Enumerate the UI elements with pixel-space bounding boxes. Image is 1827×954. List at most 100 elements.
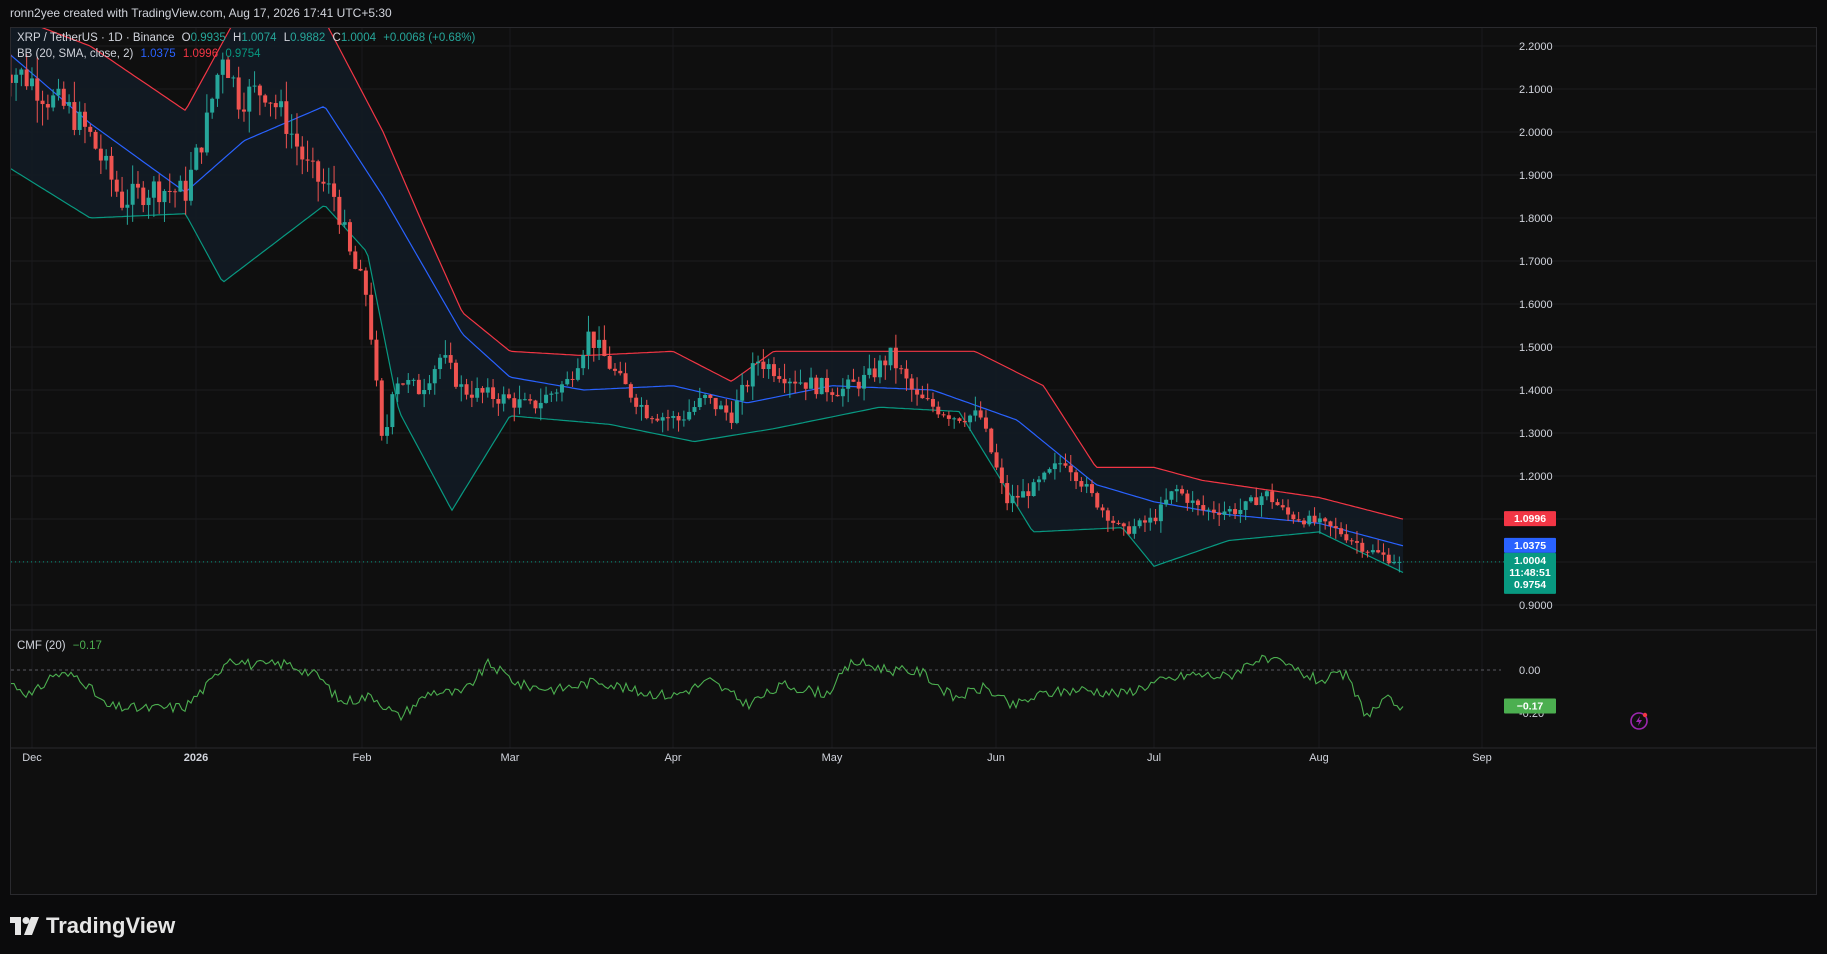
- candle-body: [1127, 526, 1132, 534]
- candle-body: [1164, 499, 1169, 505]
- candle-body: [1042, 472, 1047, 480]
- candle-body: [321, 181, 326, 184]
- chart-area[interactable]: 2.2000 2.1000 2.0000 1.9000 1.8000 1.7000 1.60…: [10, 27, 1817, 895]
- candle-body: [1222, 511, 1227, 515]
- candle-body: [734, 400, 739, 423]
- time-tick-label: Dec: [22, 752, 42, 764]
- candle-body: [851, 379, 856, 382]
- candle-body: [443, 355, 448, 358]
- candle-body: [98, 148, 103, 161]
- candle-body: [1153, 517, 1158, 522]
- cmf-value: −0.17: [72, 640, 102, 652]
- candle-body: [438, 357, 443, 370]
- candle-body: [88, 126, 93, 132]
- candle-body: [941, 414, 946, 416]
- candle-body: [909, 378, 914, 390]
- candle-body: [501, 394, 506, 404]
- bb-legend: BB (20, SMA, close, 2) 1.0375 1.0996 0.9…: [17, 48, 265, 60]
- candle-body: [183, 180, 188, 201]
- candle-body: [332, 183, 337, 197]
- candle-body: [1052, 463, 1057, 470]
- candle-body: [1180, 489, 1185, 494]
- time-tick-label: 2026: [184, 752, 208, 764]
- candle-body: [162, 190, 167, 203]
- candle-body: [215, 74, 220, 99]
- candle-body: [1148, 517, 1153, 523]
- candle-body: [533, 400, 538, 409]
- candle-body: [745, 384, 750, 387]
- candle-body: [1116, 522, 1121, 524]
- candle-body: [146, 197, 151, 206]
- time-tick-label: Jul: [1147, 752, 1161, 764]
- price-tick-label: 0.9000: [1519, 600, 1553, 612]
- candle-body: [793, 381, 798, 384]
- last-price-tag-text: 1.0004: [1514, 555, 1546, 567]
- candle-body: [1238, 509, 1243, 515]
- last-price-tag-text: 11:48:51: [1509, 567, 1551, 579]
- candle-body: [549, 393, 554, 395]
- cmf-tick-label: 0.00: [1519, 665, 1540, 677]
- candle-body: [777, 376, 782, 379]
- price-tick-label: 1.6000: [1519, 299, 1553, 311]
- bb-label[interactable]: BB (20, SMA, close, 2): [17, 48, 133, 60]
- candle-body: [740, 384, 745, 401]
- candle-body: [570, 378, 575, 380]
- candle-body: [1185, 493, 1190, 503]
- candle-body: [904, 368, 909, 379]
- alert-icon[interactable]: [1630, 712, 1648, 730]
- candle-body: [363, 270, 368, 295]
- candle-body: [1169, 491, 1174, 500]
- candle-body: [628, 384, 633, 398]
- candle-body: [491, 387, 496, 400]
- symbol-label[interactable]: XRP / TetherUS · 1D · Binance: [17, 32, 174, 44]
- footer-brand: TradingView: [46, 913, 176, 938]
- candle-body: [109, 155, 114, 180]
- candle-body: [819, 377, 824, 395]
- candle-body: [1100, 507, 1105, 511]
- candle-body: [581, 354, 586, 369]
- price-tick-label: 1.4000: [1519, 385, 1553, 397]
- candle-body: [1036, 479, 1041, 483]
- candle-body: [1370, 550, 1375, 553]
- candle-body: [72, 102, 77, 130]
- tradingview-logo[interactable]: TradingView: [10, 910, 175, 942]
- candle-body: [1376, 550, 1381, 553]
- candle-body: [1105, 510, 1110, 521]
- candle-body: [655, 418, 660, 421]
- candle-body: [300, 146, 305, 160]
- candle-body: [241, 109, 246, 112]
- price-tick-label: 1.5000: [1519, 342, 1553, 354]
- cmf-label[interactable]: CMF (20): [17, 640, 66, 652]
- candle-body: [644, 404, 649, 419]
- basis-tag-text: 1.0375: [1514, 540, 1546, 552]
- bollinger-fill: [11, 28, 1404, 573]
- candle-body: [1307, 515, 1312, 525]
- cmf-line: [11, 654, 1404, 722]
- low-value: 0.9882: [290, 32, 326, 44]
- candle-body: [798, 382, 803, 384]
- candle-body: [1068, 465, 1073, 473]
- candle-body: [1328, 521, 1333, 527]
- candle-body: [1132, 526, 1137, 534]
- price-legend: XRP / TetherUS · 1D · Binance O0.9935 H1…: [17, 32, 479, 44]
- candle-body: [305, 159, 310, 161]
- candle-body: [1312, 515, 1317, 523]
- upper-band-tag-text: 1.0996: [1514, 513, 1546, 525]
- candle-body: [824, 377, 829, 393]
- candle-body: [469, 394, 474, 398]
- time-tick-label: Feb: [353, 752, 372, 764]
- chart-svg[interactable]: 2.2000 2.1000 2.0000 1.9000 1.8000 1.7000 1.60…: [11, 28, 1816, 894]
- candle-body: [1047, 469, 1052, 473]
- candle-body: [316, 161, 321, 182]
- candle-body: [19, 69, 24, 75]
- candle-body: [952, 418, 957, 420]
- candle-body: [347, 222, 352, 252]
- candle-body: [1142, 520, 1147, 523]
- candle-body: [310, 160, 315, 162]
- candle-body: [936, 406, 941, 415]
- candle-body: [1058, 463, 1063, 465]
- candle-body: [665, 417, 670, 419]
- candle-body: [1280, 505, 1285, 508]
- candle-body: [1021, 491, 1026, 498]
- candle-body: [29, 78, 34, 87]
